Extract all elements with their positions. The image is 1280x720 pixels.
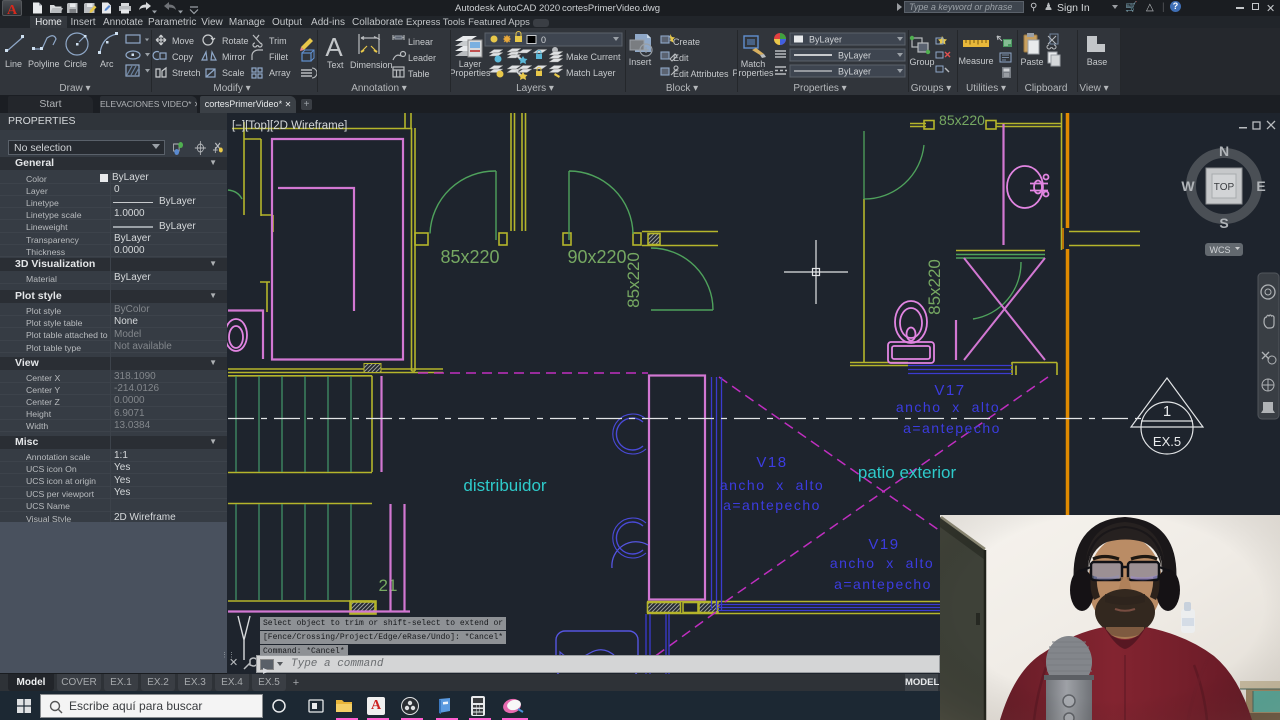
svg-text:distribuidor: distribuidor	[463, 476, 546, 495]
svg-text:WCS: WCS	[1210, 245, 1231, 255]
svg-text:V19: V19	[868, 536, 899, 553]
svg-text:patio exterior: patio exterior	[858, 463, 957, 482]
svg-text:ancho x alto: ancho x alto	[896, 399, 1000, 415]
svg-text:A: A	[325, 32, 343, 62]
svg-text:85x220: 85x220	[925, 259, 944, 315]
svg-text:1: 1	[1163, 403, 1171, 420]
svg-text:TOP: TOP	[1214, 182, 1235, 193]
svg-text:EX.5: EX.5	[1153, 434, 1181, 449]
svg-text:a=antepecho: a=antepecho	[834, 576, 932, 592]
svg-text:ancho x alto: ancho x alto	[720, 477, 824, 493]
svg-text:V17: V17	[934, 382, 965, 399]
svg-text:a=antepecho: a=antepecho	[723, 497, 821, 513]
svg-text:ByLayer: ByLayer	[838, 67, 871, 77]
svg-text:85x220: 85x220	[440, 247, 499, 267]
svg-text:0: 0	[541, 35, 546, 45]
svg-text:85x220: 85x220	[939, 113, 985, 128]
svg-text:W: W	[1181, 178, 1195, 194]
svg-text:ByLayer: ByLayer	[809, 35, 842, 45]
svg-text:ancho x alto: ancho x alto	[830, 555, 934, 571]
svg-text:E: E	[1256, 178, 1265, 194]
svg-text:90x220: 90x220	[567, 247, 626, 267]
svg-text:N: N	[1219, 143, 1229, 159]
svg-text:a=antepecho: a=antepecho	[903, 420, 1001, 436]
svg-text:85x220: 85x220	[624, 252, 643, 308]
svg-text:S: S	[1219, 215, 1228, 231]
svg-text:V18: V18	[756, 454, 787, 471]
svg-text:ByLayer: ByLayer	[838, 51, 871, 61]
svg-text:21: 21	[379, 576, 398, 595]
svg-text:[−][Top][2D Wireframe]: [−][Top][2D Wireframe]	[232, 120, 347, 132]
